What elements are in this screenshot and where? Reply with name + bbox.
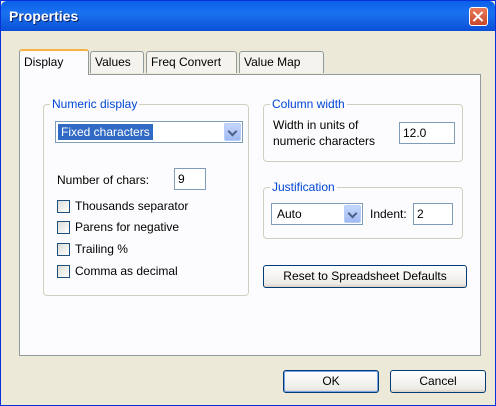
properties-dialog: Properties Display Values Freq Convert V… [0,0,496,406]
checkbox-label: Thousands separator [75,199,189,213]
numeric-format-select[interactable]: Fixed characters [55,121,243,143]
checkbox-label: Comma as decimal [75,264,178,278]
num-chars-label: Number of chars: [57,173,150,187]
checkbox-label: Trailing % [75,242,128,256]
checkbox-box[interactable] [57,200,70,213]
window-title: Properties [9,8,79,24]
tab-value-map[interactable]: Value Map [239,51,324,73]
ok-button[interactable]: OK [283,370,379,393]
column-width-desc-line2: numeric characters [273,134,376,148]
numeric-format-value: Fixed characters [58,124,153,140]
cancel-button[interactable]: Cancel [390,370,486,393]
tab-freq-convert[interactable]: Freq Convert [146,51,237,73]
close-icon[interactable] [469,7,488,26]
checkbox-box[interactable] [57,243,70,256]
justification-label: Justification [270,180,337,194]
num-chars-input[interactable]: 9 [174,168,206,190]
chevron-down-icon[interactable] [344,205,361,223]
indent-label: Indent: [370,207,407,221]
column-width-input[interactable]: 12.0 [399,122,455,144]
tab-display[interactable]: Display [19,49,89,75]
reset-defaults-button[interactable]: Reset to Spreadsheet Defaults [263,265,467,288]
checkbox-label: Parens for negative [75,220,180,234]
justification-select[interactable]: Auto [271,203,363,225]
justification-value: Auto [277,207,302,221]
checkbox-box[interactable] [57,221,70,234]
numeric-display-label: Numeric display [50,97,140,111]
column-width-label: Column width [270,97,347,111]
title-bar[interactable]: Properties [1,1,495,31]
checkbox-box[interactable] [57,265,70,278]
chevron-down-icon[interactable] [224,123,241,141]
tab-values[interactable]: Values [90,51,144,73]
indent-input[interactable]: 2 [413,203,453,225]
column-width-desc-line1: Width in units of [273,118,359,132]
